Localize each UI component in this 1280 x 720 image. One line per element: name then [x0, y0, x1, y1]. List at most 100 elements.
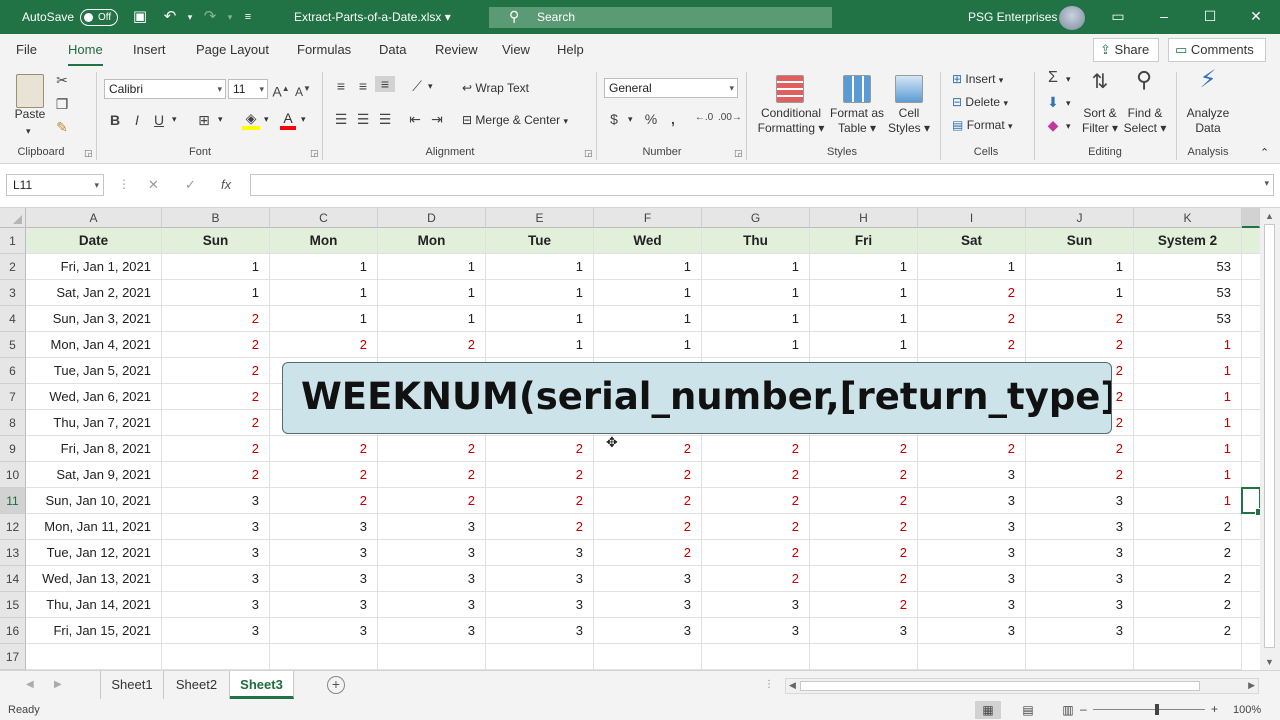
week-number-cell[interactable]: 1	[702, 280, 810, 306]
week-number-cell[interactable]: 1	[1134, 410, 1242, 436]
header-cell[interactable]: Mon	[270, 228, 378, 254]
week-number-cell[interactable]: 3	[594, 592, 702, 618]
week-number-cell[interactable]: 3	[270, 540, 378, 566]
align-left-icon[interactable]: ☰	[332, 111, 350, 127]
clear-icon[interactable]: ◆	[1044, 117, 1062, 133]
week-number-cell[interactable]: 1	[162, 280, 270, 306]
date-cell[interactable]: Wed, Jan 13, 2021	[26, 566, 162, 592]
autosum-icon[interactable]: Σ	[1044, 70, 1062, 86]
sort-filter-icon[interactable]: ⇅	[1086, 72, 1114, 92]
week-number-cell[interactable]: 3	[162, 618, 270, 644]
worksheet-grid[interactable]: A B C D E F G H I J K 1 2 3 4 5 6 7 8 9 10 11 12 13 14 15 16 17 Date…	[0, 208, 1280, 670]
week-number-cell[interactable]: 3	[162, 540, 270, 566]
row-header[interactable]: 6	[0, 358, 26, 384]
name-box[interactable]: L11 ▾	[6, 174, 104, 196]
week-number-cell[interactable]: 2	[594, 488, 702, 514]
week-number-cell[interactable]: 1	[1134, 332, 1242, 358]
week-number-cell[interactable]: 1	[270, 280, 378, 306]
row-header[interactable]: 2	[0, 254, 26, 280]
row-header[interactable]: 13	[0, 540, 26, 566]
week-number-cell[interactable]: 1	[810, 280, 918, 306]
tab-split-icon[interactable]: ⋮	[764, 679, 774, 690]
sheet-tab-sheet2[interactable]: Sheet2	[164, 671, 230, 699]
date-cell[interactable]: Sat, Jan 9, 2021	[26, 462, 162, 488]
week-number-cell[interactable]: 2	[486, 436, 594, 462]
week-number-cell[interactable]: 3	[702, 592, 810, 618]
week-number-cell[interactable]: 3	[486, 618, 594, 644]
week-number-cell[interactable]: 1	[378, 280, 486, 306]
delete-cells-button[interactable]: ⊟ Delete ▾	[952, 95, 1008, 109]
empty-cell[interactable]	[162, 644, 270, 670]
align-top-icon[interactable]: ≡	[332, 78, 350, 94]
week-number-cell[interactable]: 1	[1134, 436, 1242, 462]
header-cell[interactable]: Fri	[810, 228, 918, 254]
week-number-cell[interactable]: 3	[486, 540, 594, 566]
clear-dropdown-icon[interactable]: ▾	[1066, 121, 1071, 132]
column-header-selected[interactable]	[1242, 208, 1260, 228]
format-painter-icon[interactable]: ✎	[54, 119, 70, 135]
header-cell[interactable]: Mon	[378, 228, 486, 254]
week-number-cell[interactable]: 2	[810, 540, 918, 566]
enter-icon[interactable]: ✓	[185, 177, 196, 193]
week-number-cell[interactable]: 3	[270, 566, 378, 592]
currency-icon[interactable]: $	[606, 111, 622, 127]
week-number-cell[interactable]: 2	[1134, 618, 1242, 644]
minimize-icon[interactable]: –	[1154, 8, 1174, 24]
row-header[interactable]: 14	[0, 566, 26, 592]
week-number-cell[interactable]: 2	[1134, 514, 1242, 540]
week-number-cell[interactable]: 1	[1026, 280, 1134, 306]
week-number-cell[interactable]: 2	[486, 488, 594, 514]
week-number-cell[interactable]: 1	[162, 254, 270, 280]
zoom-in-icon[interactable]: +	[1211, 702, 1218, 716]
tab-help[interactable]: Help	[557, 42, 584, 57]
search-box[interactable]: ⚲ Search	[489, 7, 832, 28]
row-header[interactable]: 11	[0, 488, 26, 514]
empty-cell[interactable]	[1134, 644, 1242, 670]
conditional-formatting-icon[interactable]	[776, 75, 804, 103]
paste-button[interactable]: Paste	[14, 107, 46, 122]
conditional-formatting-button[interactable]: Conditional Formatting ▾	[752, 106, 830, 136]
week-number-cell[interactable]: 2	[594, 462, 702, 488]
week-number-cell[interactable]: 3	[270, 592, 378, 618]
header-cell[interactable]: Tue	[486, 228, 594, 254]
bold-button[interactable]: B	[108, 112, 122, 128]
header-cell[interactable]: Thu	[702, 228, 810, 254]
align-middle-icon[interactable]: ≡	[354, 78, 372, 94]
wrap-text-button[interactable]: ↩ Wrap Text	[462, 81, 529, 95]
week-number-cell[interactable]: 2	[378, 436, 486, 462]
currency-dropdown-icon[interactable]: ▾	[628, 114, 633, 125]
week-number-cell[interactable]: 3	[810, 618, 918, 644]
decrease-indent-icon[interactable]: ⇤	[406, 111, 424, 127]
analyze-data-button[interactable]: Analyze Data	[1182, 106, 1234, 136]
week-number-cell[interactable]: 2	[162, 384, 270, 410]
alignment-launcher-icon[interactable]: ◲	[584, 148, 593, 159]
normal-view-icon[interactable]: ▦	[975, 701, 1001, 719]
week-number-cell[interactable]: 3	[162, 592, 270, 618]
week-number-cell[interactable]: 3	[486, 592, 594, 618]
week-number-cell[interactable]: 2	[162, 436, 270, 462]
collapse-ribbon-icon[interactable]: ⌃	[1260, 146, 1269, 159]
increase-decimal-icon[interactable]: ←.0	[694, 110, 714, 126]
increase-font-icon[interactable]: A▲	[272, 81, 290, 100]
empty-cell[interactable]	[918, 644, 1026, 670]
week-number-cell[interactable]: 3	[918, 540, 1026, 566]
undo-icon[interactable]: ↶	[160, 8, 180, 26]
format-as-table-button[interactable]: Format as Table ▾	[826, 106, 888, 136]
week-number-cell[interactable]: 53	[1134, 280, 1242, 306]
cancel-icon[interactable]: ✕	[148, 177, 159, 193]
row-header[interactable]: 4	[0, 306, 26, 332]
redo-icon[interactable]: ↷	[200, 8, 220, 26]
week-number-cell[interactable]: 2	[702, 436, 810, 462]
increase-indent-icon[interactable]: ⇥	[428, 111, 446, 127]
week-number-cell[interactable]: 2	[810, 514, 918, 540]
week-number-cell[interactable]: 3	[378, 514, 486, 540]
week-number-cell[interactable]: 1	[702, 254, 810, 280]
column-header[interactable]: E	[486, 208, 594, 228]
page-break-view-icon[interactable]: ▥	[1055, 701, 1081, 719]
empty-cell[interactable]	[378, 644, 486, 670]
avatar[interactable]	[1059, 6, 1085, 30]
scroll-right-icon[interactable]: ▶	[1248, 680, 1255, 691]
row-header[interactable]: 17	[0, 644, 26, 670]
vertical-scroll-thumb[interactable]	[1264, 224, 1275, 648]
week-number-cell[interactable]: 2	[918, 306, 1026, 332]
